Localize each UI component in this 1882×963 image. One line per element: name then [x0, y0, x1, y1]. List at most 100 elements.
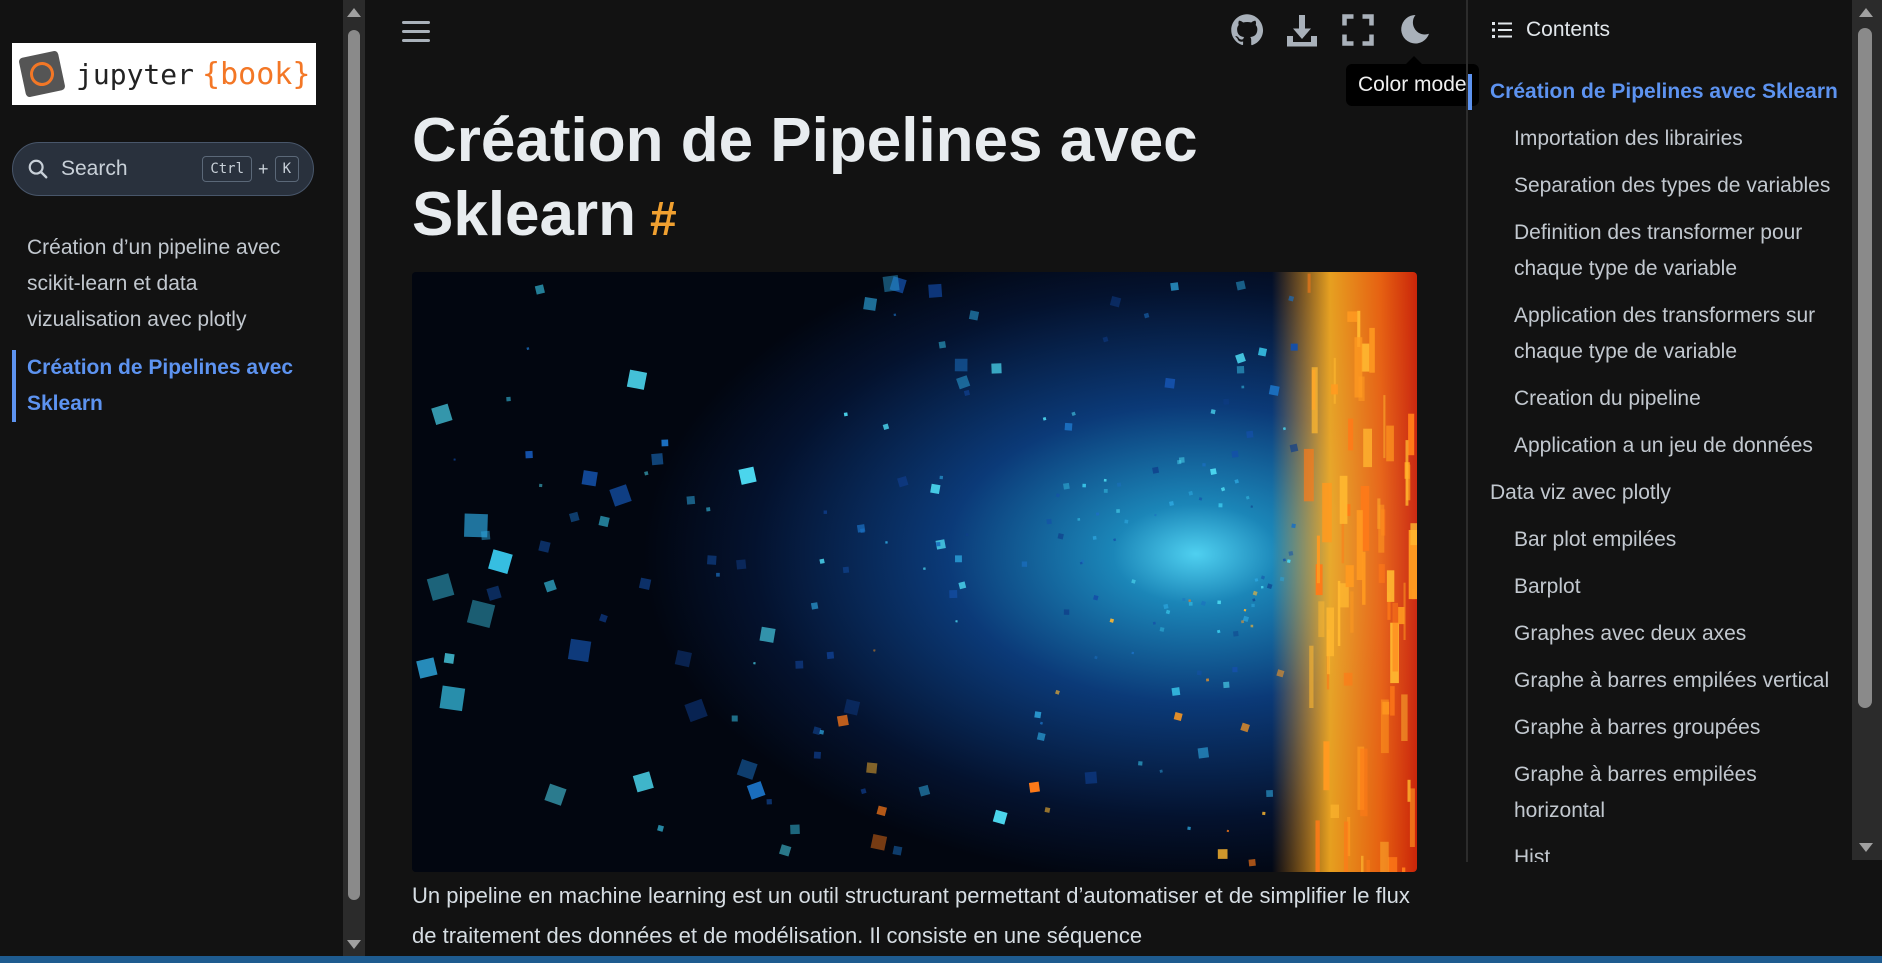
decorative-square	[1103, 489, 1108, 493]
decorative-square	[1241, 385, 1245, 389]
toc-item[interactable]: Création de Pipelines avec Sklearn	[1468, 74, 1848, 110]
decorative-square	[1218, 503, 1223, 508]
decorative-streak	[1337, 580, 1341, 646]
github-icon[interactable]	[1229, 12, 1265, 48]
decorative-streak	[1309, 645, 1314, 708]
decorative-square	[893, 313, 897, 317]
moon-icon[interactable]	[1396, 12, 1432, 48]
toc-item[interactable]: Barplot	[1468, 569, 1848, 605]
decorative-square	[1170, 282, 1179, 291]
jupyter-book-logo[interactable]: jupyter {book}	[12, 43, 316, 105]
toc-item[interactable]: Graphes avec deux axes	[1468, 616, 1848, 652]
sidebar-item-pipeline-plotly[interactable]: Création d’un pipeline avec scikit-learn…	[12, 230, 302, 338]
decorative-square	[1152, 621, 1156, 625]
decorative-square	[885, 541, 888, 544]
toc-item[interactable]: Application a un jeu de données	[1468, 428, 1848, 464]
decorative-streak	[1369, 327, 1375, 373]
decorative-streak	[1350, 591, 1354, 633]
decorative-square	[1116, 509, 1120, 513]
decorative-streak	[1356, 510, 1363, 580]
decorative-streak	[1318, 601, 1325, 638]
toc-scrollbar[interactable]	[1852, 0, 1882, 860]
decorative-streak	[1303, 448, 1314, 502]
sidebar-nav: Création d’un pipeline avec scikit-learn…	[12, 230, 302, 434]
decorative-square	[1241, 620, 1245, 624]
decorative-streak	[1401, 694, 1408, 741]
search-button[interactable]: Search Ctrl + K	[12, 142, 314, 196]
decorative-square	[1231, 450, 1239, 458]
toc-item[interactable]: Graphe à barres empilées vertical	[1468, 663, 1848, 699]
scroll-up-arrow-icon[interactable]	[347, 8, 361, 17]
download-icon[interactable]	[1284, 12, 1320, 48]
decorative-square	[1138, 761, 1143, 766]
decorative-streak	[1345, 565, 1354, 588]
decorative-square	[1188, 599, 1191, 602]
toc-item[interactable]: Data viz avec plotly	[1468, 475, 1848, 511]
decorative-square	[938, 341, 947, 349]
menu-icon-bar	[402, 39, 430, 42]
logo-word-book: {book}	[202, 56, 311, 92]
decorative-square	[736, 559, 747, 570]
toc-list: Création de Pipelines avec Sklearn Impor…	[1468, 74, 1848, 862]
toc-item[interactable]: Creation du pipeline	[1468, 381, 1848, 417]
toc-item[interactable]: Graphe à barres empilées horizontal	[1468, 757, 1848, 829]
decorative-square	[1210, 468, 1217, 475]
decorative-square	[1226, 829, 1230, 833]
decorative-square	[1163, 603, 1169, 610]
page-title-text: Création de Pipelines avec Sklearn	[412, 106, 1198, 249]
decorative-streak	[1316, 535, 1320, 584]
decorative-square	[1187, 826, 1191, 831]
fullscreen-icon[interactable]	[1340, 12, 1376, 48]
decorative-streak	[1326, 607, 1334, 657]
scroll-up-arrow-icon[interactable]	[1859, 8, 1873, 17]
decorative-square	[1103, 478, 1107, 482]
decorative-square	[481, 530, 491, 541]
decorative-square	[949, 589, 958, 599]
decorative-square	[738, 466, 757, 485]
decorative-square	[1260, 585, 1264, 589]
decorative-square	[453, 458, 456, 461]
scroll-down-arrow-icon[interactable]	[347, 940, 361, 949]
decorative-square	[1092, 535, 1097, 540]
decorative-square	[1268, 384, 1280, 396]
toc-item[interactable]: Application des transformers sur chaque …	[1468, 298, 1848, 370]
decorative-square	[954, 358, 968, 372]
decorative-square	[1021, 561, 1028, 567]
decorative-square	[795, 660, 804, 669]
toc-item[interactable]: Separation des types de variables	[1468, 168, 1848, 204]
decorative-square	[1257, 347, 1268, 357]
scroll-down-arrow-icon[interactable]	[1859, 843, 1873, 852]
decorative-square	[1197, 747, 1210, 759]
sidebar-scrollbar[interactable]	[343, 0, 365, 957]
decorative-square	[955, 620, 958, 623]
decorative-square	[1202, 463, 1206, 467]
scrollbar-thumb[interactable]	[348, 30, 360, 900]
heading-anchor-link[interactable]: #	[650, 193, 677, 246]
decorative-square	[1152, 466, 1160, 474]
toc-item[interactable]: Bar plot empilées	[1468, 522, 1848, 558]
decorative-streak	[1366, 859, 1370, 872]
decorative-square	[1289, 443, 1299, 453]
toc-item[interactable]: Importation des librairies	[1468, 121, 1848, 157]
menu-icon-bar	[402, 30, 430, 33]
decorative-square	[936, 542, 941, 547]
toc-item[interactable]: Hist	[1468, 840, 1848, 862]
decorative-square	[968, 310, 980, 321]
scrollbar-thumb[interactable]	[1858, 28, 1872, 708]
menu-toggle-button[interactable]	[402, 17, 432, 45]
sidebar-item-pipelines-sklearn[interactable]: Création de Pipelines avec Sklearn	[12, 350, 302, 422]
decorative-square	[1250, 505, 1253, 508]
toc-item[interactable]: Graphe à barres groupées	[1468, 710, 1848, 746]
decorative-square	[813, 751, 821, 759]
decorative-square	[1063, 482, 1070, 490]
toc-item[interactable]: Definition des transformer pour chaque t…	[1468, 215, 1848, 287]
decorative-square	[1266, 790, 1274, 797]
decorative-square	[819, 729, 825, 735]
decorative-square	[836, 714, 849, 727]
decorative-square	[638, 577, 652, 590]
decorative-square	[731, 715, 738, 722]
color-mode-tooltip: Color mode	[1346, 56, 1479, 106]
logo-word-jupyter: jupyter	[76, 57, 195, 91]
decorative-streak	[1386, 425, 1394, 462]
decorative-square	[790, 824, 800, 835]
